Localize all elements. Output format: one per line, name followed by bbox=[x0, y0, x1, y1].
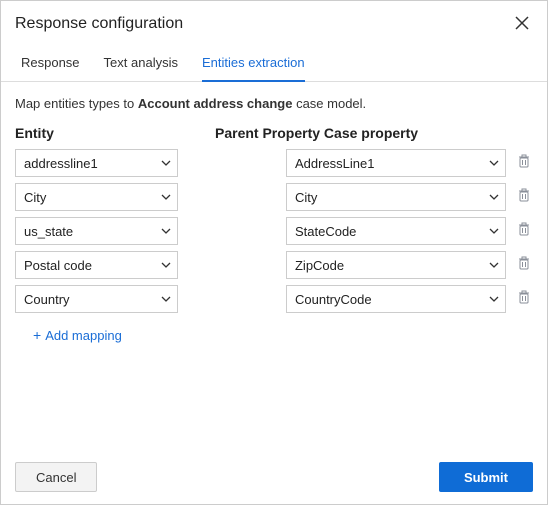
chevron-down-icon bbox=[161, 194, 171, 200]
column-header-case-property: Parent Property Case property bbox=[205, 125, 533, 141]
delete-row-button[interactable] bbox=[516, 290, 533, 308]
mapping-row: City City bbox=[15, 183, 533, 211]
case-property-value: StateCode bbox=[295, 224, 356, 239]
entity-value: Postal code bbox=[24, 258, 92, 273]
plus-icon: + bbox=[33, 327, 41, 343]
mapping-row: Country CountryCode bbox=[15, 285, 533, 313]
trash-icon bbox=[517, 188, 531, 206]
entity-select[interactable]: Postal code bbox=[15, 251, 178, 279]
case-property-value: AddressLine1 bbox=[295, 156, 375, 171]
close-icon bbox=[515, 14, 529, 35]
add-mapping-button[interactable]: + Add mapping bbox=[33, 327, 122, 343]
chevron-down-icon bbox=[489, 160, 499, 166]
column-header-entity: Entity bbox=[15, 125, 205, 141]
delete-row-button[interactable] bbox=[516, 188, 533, 206]
entity-value: City bbox=[24, 190, 46, 205]
mapping-row: us_state StateCode bbox=[15, 217, 533, 245]
cancel-label: Cancel bbox=[36, 470, 76, 485]
trash-icon bbox=[517, 290, 531, 308]
map-text-case-name: Account address change bbox=[138, 96, 293, 111]
map-description: Map entities types to Account address ch… bbox=[15, 96, 533, 111]
chevron-down-icon bbox=[161, 160, 171, 166]
tab-entities-extraction[interactable]: Entities extraction bbox=[202, 47, 305, 82]
submit-button[interactable]: Submit bbox=[439, 462, 533, 492]
trash-icon bbox=[517, 256, 531, 274]
mapping-row: Postal code ZipCode bbox=[15, 251, 533, 279]
case-property-select[interactable]: AddressLine1 bbox=[286, 149, 506, 177]
case-property-select[interactable]: City bbox=[286, 183, 506, 211]
case-property-select[interactable]: ZipCode bbox=[286, 251, 506, 279]
chevron-down-icon bbox=[489, 296, 499, 302]
chevron-down-icon bbox=[161, 296, 171, 302]
delete-row-button[interactable] bbox=[516, 222, 533, 240]
trash-icon bbox=[517, 154, 531, 172]
dialog-body: Map entities types to Account address ch… bbox=[1, 82, 547, 452]
mapping-rows: addressline1 AddressLine1 City City bbox=[15, 149, 533, 313]
chevron-down-icon bbox=[489, 262, 499, 268]
dialog-title: Response configuration bbox=[15, 15, 183, 33]
case-property-value: ZipCode bbox=[295, 258, 344, 273]
delete-row-button[interactable] bbox=[516, 256, 533, 274]
chevron-down-icon bbox=[489, 194, 499, 200]
case-property-value: City bbox=[295, 190, 317, 205]
add-mapping-label: Add mapping bbox=[45, 328, 122, 343]
entity-select[interactable]: Country bbox=[15, 285, 178, 313]
entity-select[interactable]: us_state bbox=[15, 217, 178, 245]
chevron-down-icon bbox=[161, 262, 171, 268]
chevron-down-icon bbox=[161, 228, 171, 234]
mapping-row: addressline1 AddressLine1 bbox=[15, 149, 533, 177]
cancel-button[interactable]: Cancel bbox=[15, 462, 97, 492]
tab-text-analysis[interactable]: Text analysis bbox=[104, 47, 178, 82]
case-property-select[interactable]: StateCode bbox=[286, 217, 506, 245]
delete-row-button[interactable] bbox=[516, 154, 533, 172]
columns-header: Entity Parent Property Case property bbox=[15, 125, 533, 141]
entity-select[interactable]: City bbox=[15, 183, 178, 211]
close-button[interactable] bbox=[511, 13, 533, 35]
entity-value: Country bbox=[24, 292, 70, 307]
map-text-suffix: case model. bbox=[292, 96, 366, 111]
tabs: Response Text analysis Entities extracti… bbox=[1, 39, 547, 82]
submit-label: Submit bbox=[464, 470, 508, 485]
entity-select[interactable]: addressline1 bbox=[15, 149, 178, 177]
response-config-dialog: Response configuration Response Text ana… bbox=[0, 0, 548, 505]
dialog-footer: Cancel Submit bbox=[1, 452, 547, 504]
chevron-down-icon bbox=[489, 228, 499, 234]
case-property-select[interactable]: CountryCode bbox=[286, 285, 506, 313]
entity-value: addressline1 bbox=[24, 156, 98, 171]
map-text-prefix: Map entities types to bbox=[15, 96, 138, 111]
trash-icon bbox=[517, 222, 531, 240]
case-property-value: CountryCode bbox=[295, 292, 372, 307]
dialog-header: Response configuration bbox=[1, 1, 547, 39]
tab-response[interactable]: Response bbox=[21, 47, 80, 82]
entity-value: us_state bbox=[24, 224, 73, 239]
